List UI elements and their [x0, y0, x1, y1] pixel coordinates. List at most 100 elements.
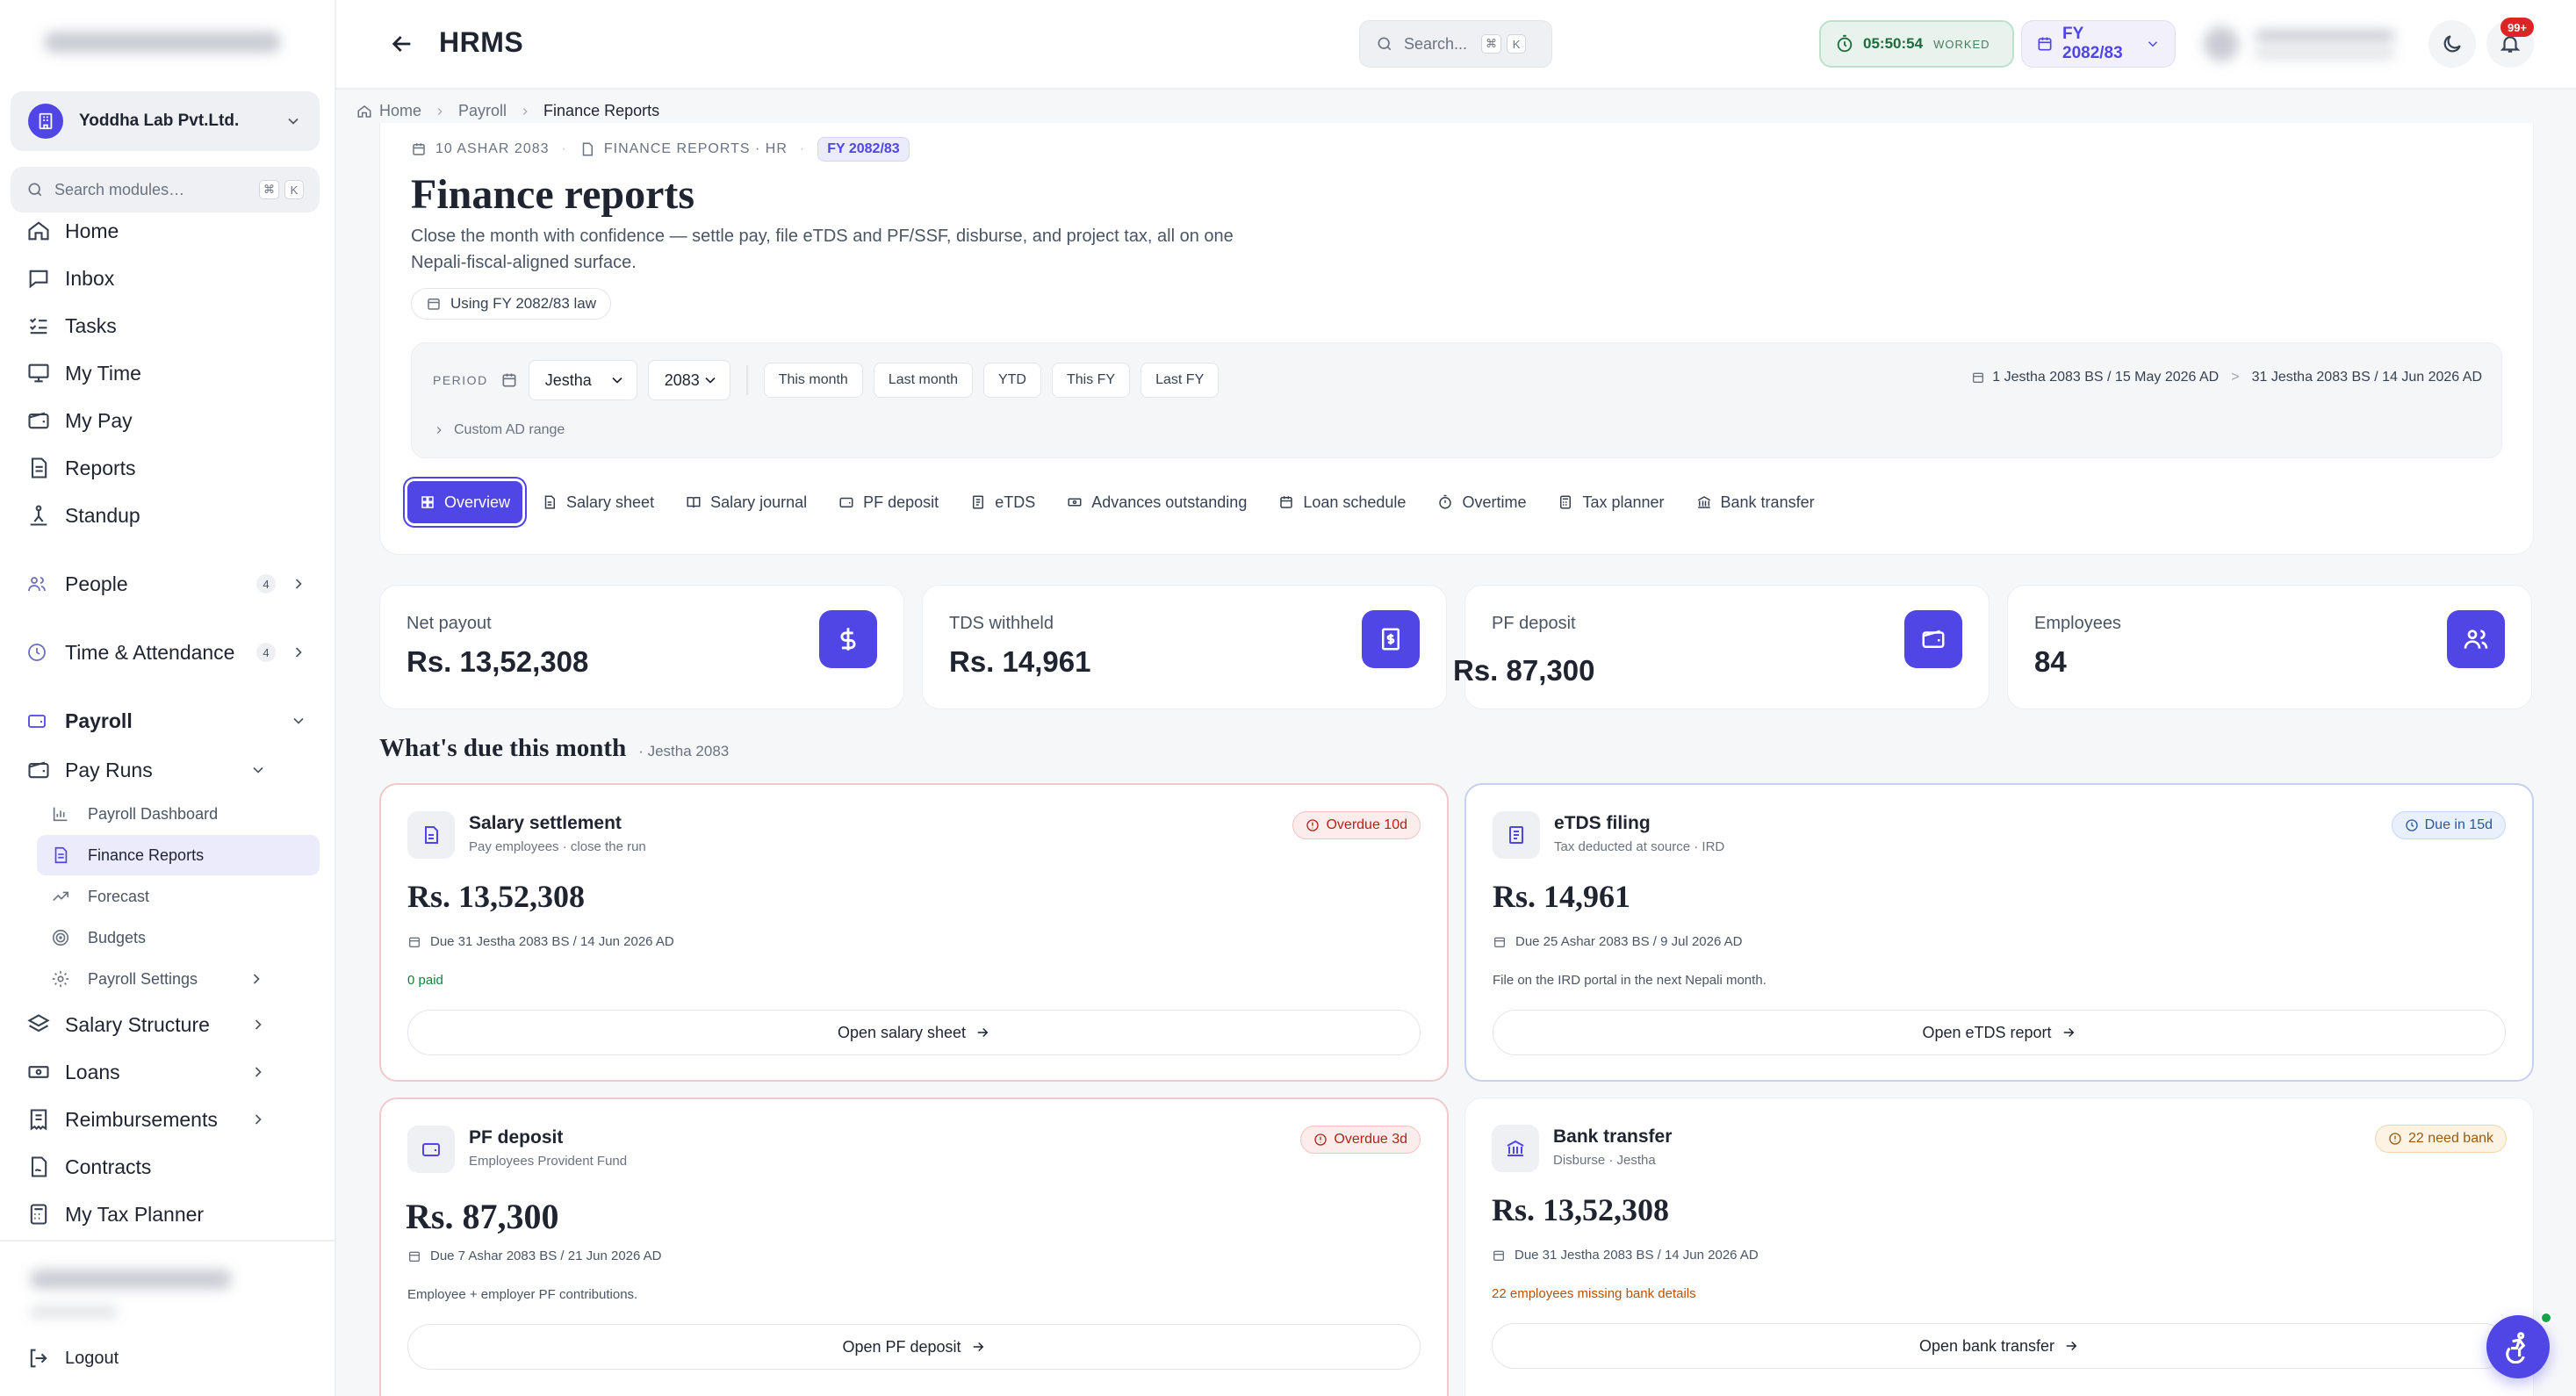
quick-range-ytd[interactable]: YTD [982, 363, 1041, 398]
worked-timer[interactable]: 05:50:54 WORKED [1819, 20, 2014, 68]
breadcrumb-home[interactable]: Home [379, 102, 421, 120]
sidebar-item-reports[interactable]: Reports [0, 455, 336, 481]
chevron-right-icon [436, 427, 442, 434]
sidebar-item-salary-structure[interactable]: Salary Structure [0, 1011, 336, 1038]
tab-etds[interactable]: eTDS [958, 481, 1047, 523]
tab-salary-sheet[interactable]: Salary sheet [529, 481, 666, 523]
due-section-period: · Jestha 2083 [638, 743, 730, 759]
sidebar-item-label: Budgets [88, 928, 147, 946]
sidebar-item-inbox[interactable]: Inbox [0, 265, 336, 291]
tab-overview[interactable]: Overview [407, 481, 523, 523]
period-row: PERIOD Jestha 2083 This month Last month… [433, 359, 1229, 401]
sidebar-item-forecast[interactable]: Forecast [37, 876, 320, 917]
month-select[interactable]: Jestha [528, 360, 637, 400]
due-date-text: Due 31 Jestha 2083 BS / 14 Jun 2026 AD [1515, 1248, 1759, 1263]
sidebar-item-my-pay[interactable]: My Pay [0, 407, 336, 434]
fiscal-year-select[interactable]: FY 2082/83 [2021, 20, 2176, 68]
sidebar-item-home[interactable]: Home [0, 218, 336, 244]
calendar-icon [1280, 496, 1293, 508]
due-date-text: Due 25 Ashar 2083 BS / 9 Jul 2026 AD [1515, 934, 1743, 949]
open-bank-transfer-button[interactable]: Open bank transfer [1492, 1323, 2507, 1369]
blurred-logo [44, 32, 281, 53]
card-amount: Rs. 13,52,308 [1492, 1192, 1670, 1227]
tab-salary-journal[interactable]: Salary journal [673, 481, 819, 523]
user-menu[interactable] [2204, 19, 2406, 68]
due-section-title: What's due this month [379, 734, 627, 762]
alert-circle-icon [1306, 819, 1320, 831]
sidebar-item-my-tax-planner[interactable]: My Tax Planner [0, 1201, 336, 1227]
sidebar-item-my-time[interactable]: My Time [0, 360, 336, 386]
chevron-right-icon [255, 1114, 262, 1125]
arrow-right-icon [2066, 1341, 2077, 1351]
tab-tax-planner[interactable]: Tax planner [1545, 481, 1676, 523]
quick-range-this-month[interactable]: This month [763, 363, 863, 398]
tab-bank-transfer[interactable]: Bank transfer [1684, 481, 1827, 523]
sidebar-item-label: Loans [65, 1060, 120, 1083]
year-select[interactable]: 2083 [647, 360, 730, 400]
sidebar: Yoddha Lab Pvt.Ltd. Search modules… ⌘ K … [0, 0, 336, 1396]
sidebar-item-payroll-dashboard[interactable]: Payroll Dashboard [37, 794, 320, 834]
due-date-text: Due 7 Ashar 2083 BS / 21 Jun 2026 AD [430, 1248, 662, 1263]
card-amount: Rs. 13,52,308 [407, 879, 586, 914]
org-switcher[interactable]: Yoddha Lab Pvt.Ltd. [11, 91, 320, 151]
global-search-input[interactable]: Search... ⌘ K [1359, 20, 1552, 68]
open-pf-deposit-button[interactable]: Open PF deposit [407, 1324, 1421, 1370]
sidebar-item-finance-reports[interactable]: Finance Reports [37, 835, 320, 875]
quick-range-this-fy[interactable]: This FY [1051, 363, 1131, 398]
theme-toggle-button[interactable] [2428, 20, 2476, 68]
count-badge: 4 [256, 643, 276, 662]
sidebar-group-payroll[interactable]: Payroll [0, 708, 336, 734]
open-etds-report-button[interactable]: Open eTDS report [1493, 1010, 2506, 1055]
sidebar-item-reimbursements[interactable]: Reimbursements [0, 1106, 336, 1133]
sidebar-divider [0, 1240, 336, 1241]
sidebar-item-contracts[interactable]: Contracts [0, 1154, 336, 1180]
page-date: 10 ASHAR 2083 [435, 141, 550, 156]
stat-card-net-payout: Net payout Rs. 13,52,308 [379, 585, 904, 709]
sidebar-group-time-attendance[interactable]: Time & Attendance 4 [0, 639, 336, 666]
tab-label: Tax planner [1582, 493, 1665, 511]
people-icon [2447, 610, 2505, 668]
logout-button[interactable]: Logout [0, 1345, 336, 1371]
status-badge-label: Due in 15d [2424, 817, 2493, 832]
tab-pf-deposit[interactable]: PF deposit [826, 481, 951, 523]
receipt-icon [30, 1109, 47, 1131]
document-icon [31, 457, 47, 479]
module-search-input[interactable]: Search modules… ⌘ K [11, 167, 320, 212]
receipt-icon [1362, 610, 1420, 668]
tab-loan-schedule[interactable]: Loan schedule [1266, 481, 1418, 523]
sidebar-item-standup[interactable]: Standup [0, 502, 336, 529]
sidebar-item-payroll-settings[interactable]: Payroll Settings [37, 959, 320, 999]
tab-advances-outstanding[interactable]: Advances outstanding [1054, 481, 1259, 523]
card-due-date: Due 31 Jestha 2083 BS / 14 Jun 2026 AD [407, 934, 674, 949]
search-icon [1378, 37, 1392, 51]
global-search-placeholder: Search... [1404, 34, 1468, 53]
people-icon [28, 577, 46, 592]
checklist-icon [29, 318, 47, 335]
sidebar-item-tasks[interactable]: Tasks [0, 313, 336, 339]
sidebar-item-label: Reimbursements [65, 1107, 218, 1131]
quick-range-last-month[interactable]: Last month [873, 363, 973, 398]
back-arrow-icon[interactable] [388, 30, 416, 58]
sidebar-item-label: Payroll [65, 709, 133, 732]
sidebar-item-loans[interactable]: Loans [0, 1059, 336, 1085]
sidebar-group-people[interactable]: People 4 [0, 571, 336, 597]
wallet-icon [28, 715, 46, 728]
arrow-right-icon [973, 1342, 983, 1352]
due-card-bank-transfer: Bank transfer Disburse · Jestha 22 need … [1464, 1097, 2534, 1396]
quick-range-last-fy[interactable]: Last FY [1140, 363, 1220, 398]
divider [745, 365, 748, 395]
sidebar-item-budgets[interactable]: Budgets [37, 917, 320, 958]
sidebar-item-pay-runs[interactable]: Pay Runs [0, 757, 336, 783]
custom-range-toggle[interactable]: Custom AD range [433, 422, 565, 438]
breadcrumb-current: Finance Reports [543, 102, 660, 119]
breadcrumb-payroll[interactable]: Payroll [458, 102, 507, 120]
accessibility-assistant-button[interactable] [2486, 1315, 2550, 1378]
open-salary-sheet-button[interactable]: Open salary sheet [407, 1010, 1421, 1055]
tab-label: Advances outstanding [1091, 493, 1248, 511]
tab-overtime[interactable]: Overtime [1425, 481, 1538, 523]
chevron-down-icon [705, 377, 716, 384]
separator: · [561, 141, 567, 156]
monitor-icon [28, 363, 49, 383]
card-due-date: Due 25 Ashar 2083 BS / 9 Jul 2026 AD [1493, 934, 1743, 949]
stat-value: Rs. 87,300 [1453, 654, 1595, 687]
